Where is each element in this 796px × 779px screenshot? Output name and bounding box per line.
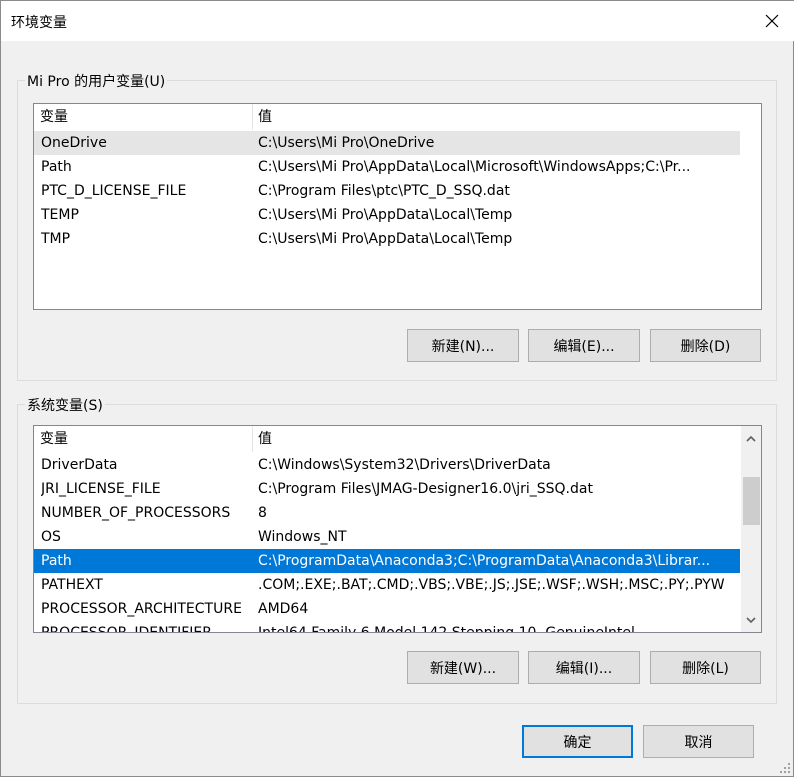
system-vars-list[interactable]: 变量 值 DriverData C:\Windows\System32\Drive… xyxy=(33,425,762,633)
variable-name-cell: OS xyxy=(41,529,61,545)
user-vars-group-label: Mi Pro 的用户变量(U) xyxy=(25,71,168,91)
user-vars-list-header: 变量 值 xyxy=(34,104,761,130)
variable-value-cell: Windows_NT xyxy=(258,529,347,545)
scroll-up-button[interactable] xyxy=(741,426,761,450)
table-row[interactable]: OneDrive C:\Users\Mi Pro\OneDrive xyxy=(34,131,740,155)
variable-name-cell: Path xyxy=(41,553,72,569)
ok-button[interactable]: 确定 xyxy=(522,725,633,758)
table-row[interactable]: Path C:\ProgramData\Anaconda3;C:\ProgramD… xyxy=(34,549,740,573)
variable-name-cell: PTC_D_LICENSE_FILE xyxy=(41,183,187,199)
system-vars-scrollbar[interactable] xyxy=(741,426,761,632)
system-edit-button[interactable]: 编辑(I)... xyxy=(528,651,640,684)
column-header-value[interactable]: 值 xyxy=(252,426,742,452)
system-new-button[interactable]: 新建(W)... xyxy=(407,651,519,684)
variable-name-cell: PROCESSOR_ARCHITECTURE xyxy=(41,601,242,617)
cancel-button[interactable]: 取消 xyxy=(643,725,754,758)
table-row[interactable]: TEMP C:\Users\Mi Pro\AppData\Local\Temp xyxy=(34,203,740,227)
column-header-variable[interactable]: 变量 xyxy=(34,426,252,452)
system-vars-group-label: 系统变量(S) xyxy=(25,395,105,415)
table-row[interactable]: JRI_LICENSE_FILE C:\Program Files\JMAG-De… xyxy=(34,477,740,501)
variable-name-cell: PATHEXT xyxy=(41,577,103,593)
table-row[interactable]: Path C:\Users\Mi Pro\AppData\Local\Micros… xyxy=(34,155,740,179)
variable-name-cell: JRI_LICENSE_FILE xyxy=(41,481,161,497)
table-row[interactable]: PROCESSOR_IDENTIFIER Intel64 Family 6 Mod… xyxy=(34,621,740,633)
table-row[interactable]: NUMBER_OF_PROCESSORS 8 xyxy=(34,501,740,525)
variable-value-cell: C:\Users\Mi Pro\AppData\Local\Temp xyxy=(258,207,513,223)
variable-name-cell: NUMBER_OF_PROCESSORS xyxy=(41,505,231,521)
user-delete-button[interactable]: 删除(D) xyxy=(650,329,761,362)
window-title: 环境变量 xyxy=(11,15,67,31)
column-header-value[interactable]: 值 xyxy=(252,104,742,130)
variable-value-cell: 8 xyxy=(258,505,267,521)
env-vars-dialog: 环境变量 Mi Pro 的用户变量(U) 变量 值 OneDrive C:\Use… xyxy=(0,0,795,777)
chevron-up-icon xyxy=(746,430,756,446)
variable-name-cell: DriverData xyxy=(41,457,118,473)
variable-value-cell: C:\Windows\System32\Drivers\DriverData xyxy=(258,457,551,473)
table-row[interactable]: TMP C:\Users\Mi Pro\AppData\Local\Temp xyxy=(34,227,740,251)
resize-grip[interactable] xyxy=(779,762,791,774)
variable-name-cell: PROCESSOR_IDENTIFIER xyxy=(41,625,212,633)
variable-value-cell: C:\Users\Mi Pro\AppData\Local\Temp xyxy=(258,231,513,247)
table-row[interactable]: PTC_D_LICENSE_FILE C:\Program Files\ptc\P… xyxy=(34,179,740,203)
variable-value-cell: C:\Users\Mi Pro\OneDrive xyxy=(258,135,435,151)
table-row[interactable]: OS Windows_NT xyxy=(34,525,740,549)
title-bar: 环境变量 xyxy=(1,1,795,41)
variable-value-cell: C:\ProgramData\Anaconda3;C:\ProgramData\… xyxy=(258,553,711,569)
variable-value-cell: C:\Users\Mi Pro\AppData\Local\Microsoft\… xyxy=(258,159,691,175)
chevron-down-icon xyxy=(746,612,756,628)
close-button[interactable] xyxy=(749,1,795,41)
variable-value-cell: Intel64 Family 6 Model 142 Stepping 10, … xyxy=(258,625,635,633)
user-new-button[interactable]: 新建(N)... xyxy=(407,329,519,362)
column-header-variable[interactable]: 变量 xyxy=(34,104,252,130)
variable-name-cell: TMP xyxy=(41,231,71,247)
system-delete-button[interactable]: 删除(L) xyxy=(650,651,761,684)
table-row[interactable]: PATHEXT .COM;.EXE;.BAT;.CMD;.VBS;.VBE;.JS… xyxy=(34,573,740,597)
table-row[interactable]: DriverData C:\Windows\System32\Drivers\Dr… xyxy=(34,453,740,477)
variable-name-cell: Path xyxy=(41,159,72,175)
scroll-down-button[interactable] xyxy=(741,608,761,632)
variable-value-cell: C:\Program Files\ptc\PTC_D_SSQ.dat xyxy=(258,183,510,199)
user-vars-list[interactable]: 变量 值 OneDrive C:\Users\Mi Pro\OneDrive Pat… xyxy=(33,103,762,310)
scroll-thumb[interactable] xyxy=(743,477,760,525)
system-vars-list-header: 变量 值 xyxy=(34,426,761,452)
table-row[interactable]: PROCESSOR_ARCHITECTURE AMD64 xyxy=(34,597,740,621)
variable-name-cell: TEMP xyxy=(41,207,79,223)
variable-value-cell: AMD64 xyxy=(258,601,309,617)
user-edit-button[interactable]: 编辑(E)... xyxy=(528,329,640,362)
close-icon xyxy=(765,14,779,28)
variable-value-cell: .COM;.EXE;.BAT;.CMD;.VBS;.VBE;.JS;.JSE;.… xyxy=(258,577,725,593)
variable-value-cell: C:\Program Files\JMAG-Designer16.0\jri_S… xyxy=(258,481,593,497)
variable-name-cell: OneDrive xyxy=(41,135,107,151)
